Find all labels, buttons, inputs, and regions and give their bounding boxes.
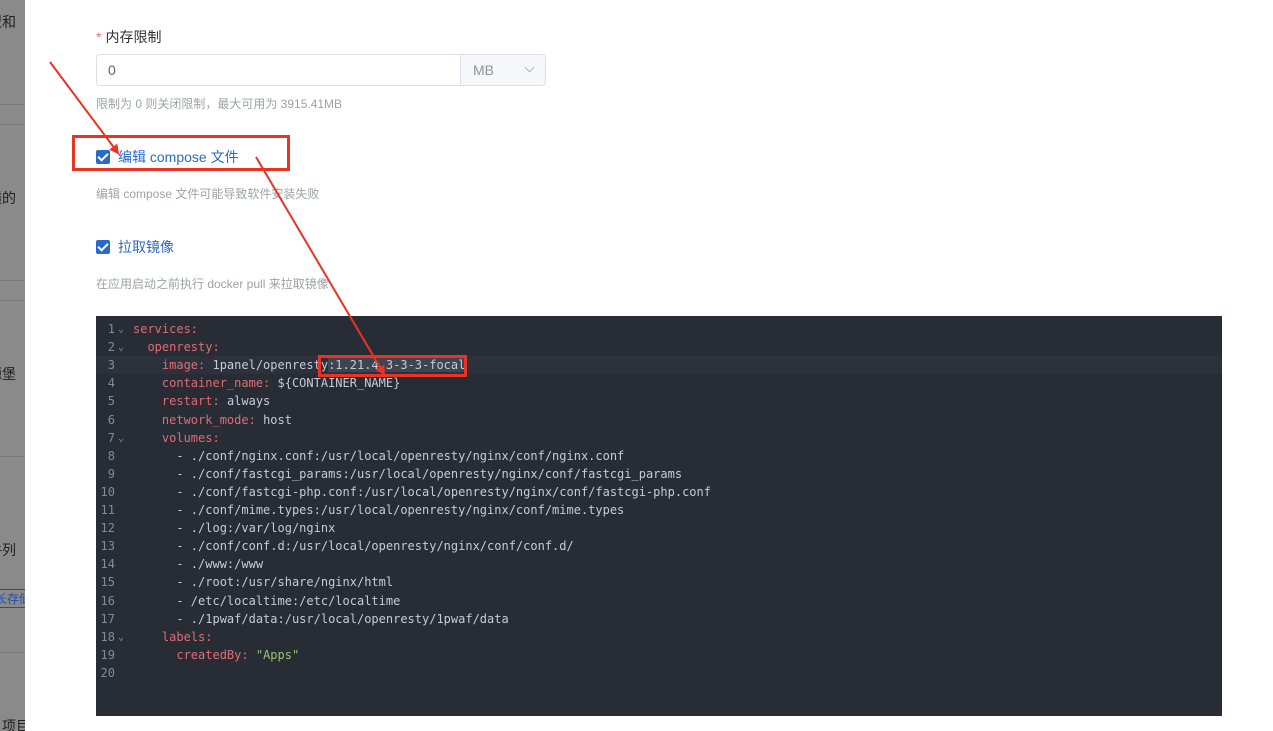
backdrop-link: 长存储	[0, 589, 25, 608]
divider	[0, 124, 25, 125]
fold-chevron-icon[interactable]: ⌄	[118, 339, 124, 357]
backdrop-fragment: 项目	[2, 718, 25, 731]
code-text: - ./conf/mime.types:/usr/local/openresty…	[176, 503, 625, 517]
code-line[interactable]: 17 - ./1pwaf/data:/usr/local/openresty/1…	[96, 610, 1222, 628]
code-text: - ./conf/nginx.conf:/usr/local/openresty…	[176, 448, 625, 463]
pull-image-label[interactable]: 拉取镜像	[118, 237, 174, 257]
memory-limit-input[interactable]: 0	[96, 54, 460, 86]
code-text: - ./root:/usr/share/nginx/html	[176, 575, 394, 590]
backdrop-fragment: 型和	[0, 14, 16, 30]
backdrop-fragment: 透的	[0, 190, 16, 206]
code-line[interactable]: 6 network_mode: host	[96, 411, 1222, 429]
line-number: 12	[100, 521, 115, 536]
code-text: - ./conf/fastcgi-php.conf:/usr/local/ope…	[176, 484, 711, 499]
fold-chevron-icon[interactable]: ⌄	[118, 629, 124, 647]
code-line[interactable]: 1 ⌄ services:	[96, 320, 1222, 338]
annotation-box-image-tag	[318, 355, 467, 377]
line-number: 20	[100, 665, 115, 680]
line-number: 16	[100, 593, 115, 608]
pull-image-checkbox[interactable]: 拉取镜像	[96, 237, 174, 257]
code-line[interactable]: 16 - /etc/localtime:/etc/localtime	[96, 592, 1222, 610]
code-line[interactable]: 3 image: 1panel/openresty:1.21.4.3-3-3-f…	[96, 356, 1222, 375]
code-line[interactable]: 4 container_name: ${CONTAINER_NAME}	[96, 374, 1222, 392]
required-mark: *	[96, 29, 102, 45]
line-number: 7	[107, 430, 115, 445]
line-number: 14	[100, 557, 115, 572]
code-text: openresty:	[147, 340, 220, 355]
code-text: - ./conf/conf.d:/usr/local/openresty/ngi…	[176, 539, 574, 554]
compose-code-editor[interactable]: 1 ⌄ services: 2 ⌄ openresty: 3 image: 1panel/…	[96, 316, 1222, 716]
line-number: 18	[100, 629, 115, 644]
backdrop-fragment: 件列	[0, 542, 16, 558]
code-line[interactable]: 13 - ./conf/conf.d:/usr/local/openresty/…	[96, 537, 1222, 555]
code-line[interactable]: 8 - ./conf/nginx.conf:/usr/local/openres…	[96, 447, 1222, 465]
line-number: 4	[107, 376, 115, 391]
code-text: - ./conf/fastcgi_params:/usr/local/openr…	[176, 466, 683, 481]
code-text: - ./www:/www	[176, 557, 264, 572]
line-number: 15	[100, 575, 115, 590]
line-number: 19	[100, 647, 115, 662]
backdrop-fragment: 源堡	[0, 366, 16, 382]
code-text: - ./log:/var/log/nginx	[176, 521, 336, 536]
divider	[0, 652, 25, 653]
line-number: 8	[107, 448, 115, 463]
code-line[interactable]: 20	[96, 664, 1222, 682]
divider	[0, 456, 25, 457]
line-number: 13	[100, 539, 115, 554]
code-line[interactable]: 2 ⌄ openresty:	[96, 338, 1222, 356]
code-line[interactable]: 9 - ./conf/fastcgi_params:/usr/local/ope…	[96, 465, 1222, 483]
code-text: restart: always	[161, 394, 271, 409]
line-number: 10	[100, 484, 115, 499]
code-text: createdBy: "Apps"	[176, 647, 300, 662]
code-text: services:	[133, 322, 199, 336]
memory-unit-select[interactable]: MB	[460, 54, 546, 86]
code-text: - /etc/localtime:/etc/localtime	[176, 593, 401, 608]
code-text: network_mode: host	[161, 412, 292, 427]
code-text: - ./1pwaf/data:/usr/local/openresty/1pwa…	[176, 611, 509, 626]
line-number: 17	[100, 611, 115, 626]
fold-chevron-icon[interactable]: ⌄	[118, 430, 124, 448]
memory-limit-label: * 内存限制	[96, 27, 161, 47]
line-number: 11	[100, 503, 115, 517]
memory-limit-help: 限制为 0 则关闭限制，最大可用为 3915.41MB	[96, 97, 343, 111]
divider	[0, 104, 25, 105]
line-number: 5	[107, 394, 115, 409]
line-number: 2	[107, 340, 115, 355]
code-line[interactable]: 18 ⌄ labels:	[96, 628, 1222, 646]
code-line[interactable]: 14 - ./www:/www	[96, 555, 1222, 573]
divider	[0, 300, 25, 301]
code-text: volumes:	[161, 430, 220, 445]
checkbox-checked-icon[interactable]	[96, 240, 110, 254]
line-number: 6	[107, 412, 115, 427]
background-page-strip: 型和 透的 源堡 件列 长存储 项目	[0, 0, 25, 731]
code-line[interactable]: 5 restart: always	[96, 392, 1222, 410]
code-line[interactable]: 15 - ./root:/usr/share/nginx/html	[96, 573, 1222, 591]
pull-image-help: 在应用启动之前执行 docker pull 来拉取镜像	[96, 277, 329, 291]
line-number: 9	[107, 466, 115, 481]
edit-compose-help: 编辑 compose 文件可能导致软件安装失败	[96, 187, 320, 201]
chevron-down-icon	[524, 62, 535, 73]
code-line[interactable]: 19 createdBy: "Apps"	[96, 646, 1222, 664]
code-text: labels:	[161, 629, 213, 644]
divider	[0, 280, 25, 281]
line-number: 1	[107, 322, 115, 336]
code-line[interactable]: 10 - ./conf/fastcgi-php.conf:/usr/local/…	[96, 483, 1222, 501]
line-number: 3	[107, 358, 115, 373]
code-line[interactable]: 12 - ./log:/var/log/nginx	[96, 519, 1222, 537]
code-line[interactable]: 7 ⌄ volumes:	[96, 429, 1222, 447]
code-line[interactable]: 11 - ./conf/mime.types:/usr/local/openre…	[96, 501, 1222, 519]
fold-chevron-icon[interactable]: ⌄	[118, 321, 124, 339]
annotation-box-compose	[72, 135, 290, 171]
memory-limit-label-text: 内存限制	[105, 29, 162, 45]
memory-unit-value: MB	[473, 62, 494, 78]
